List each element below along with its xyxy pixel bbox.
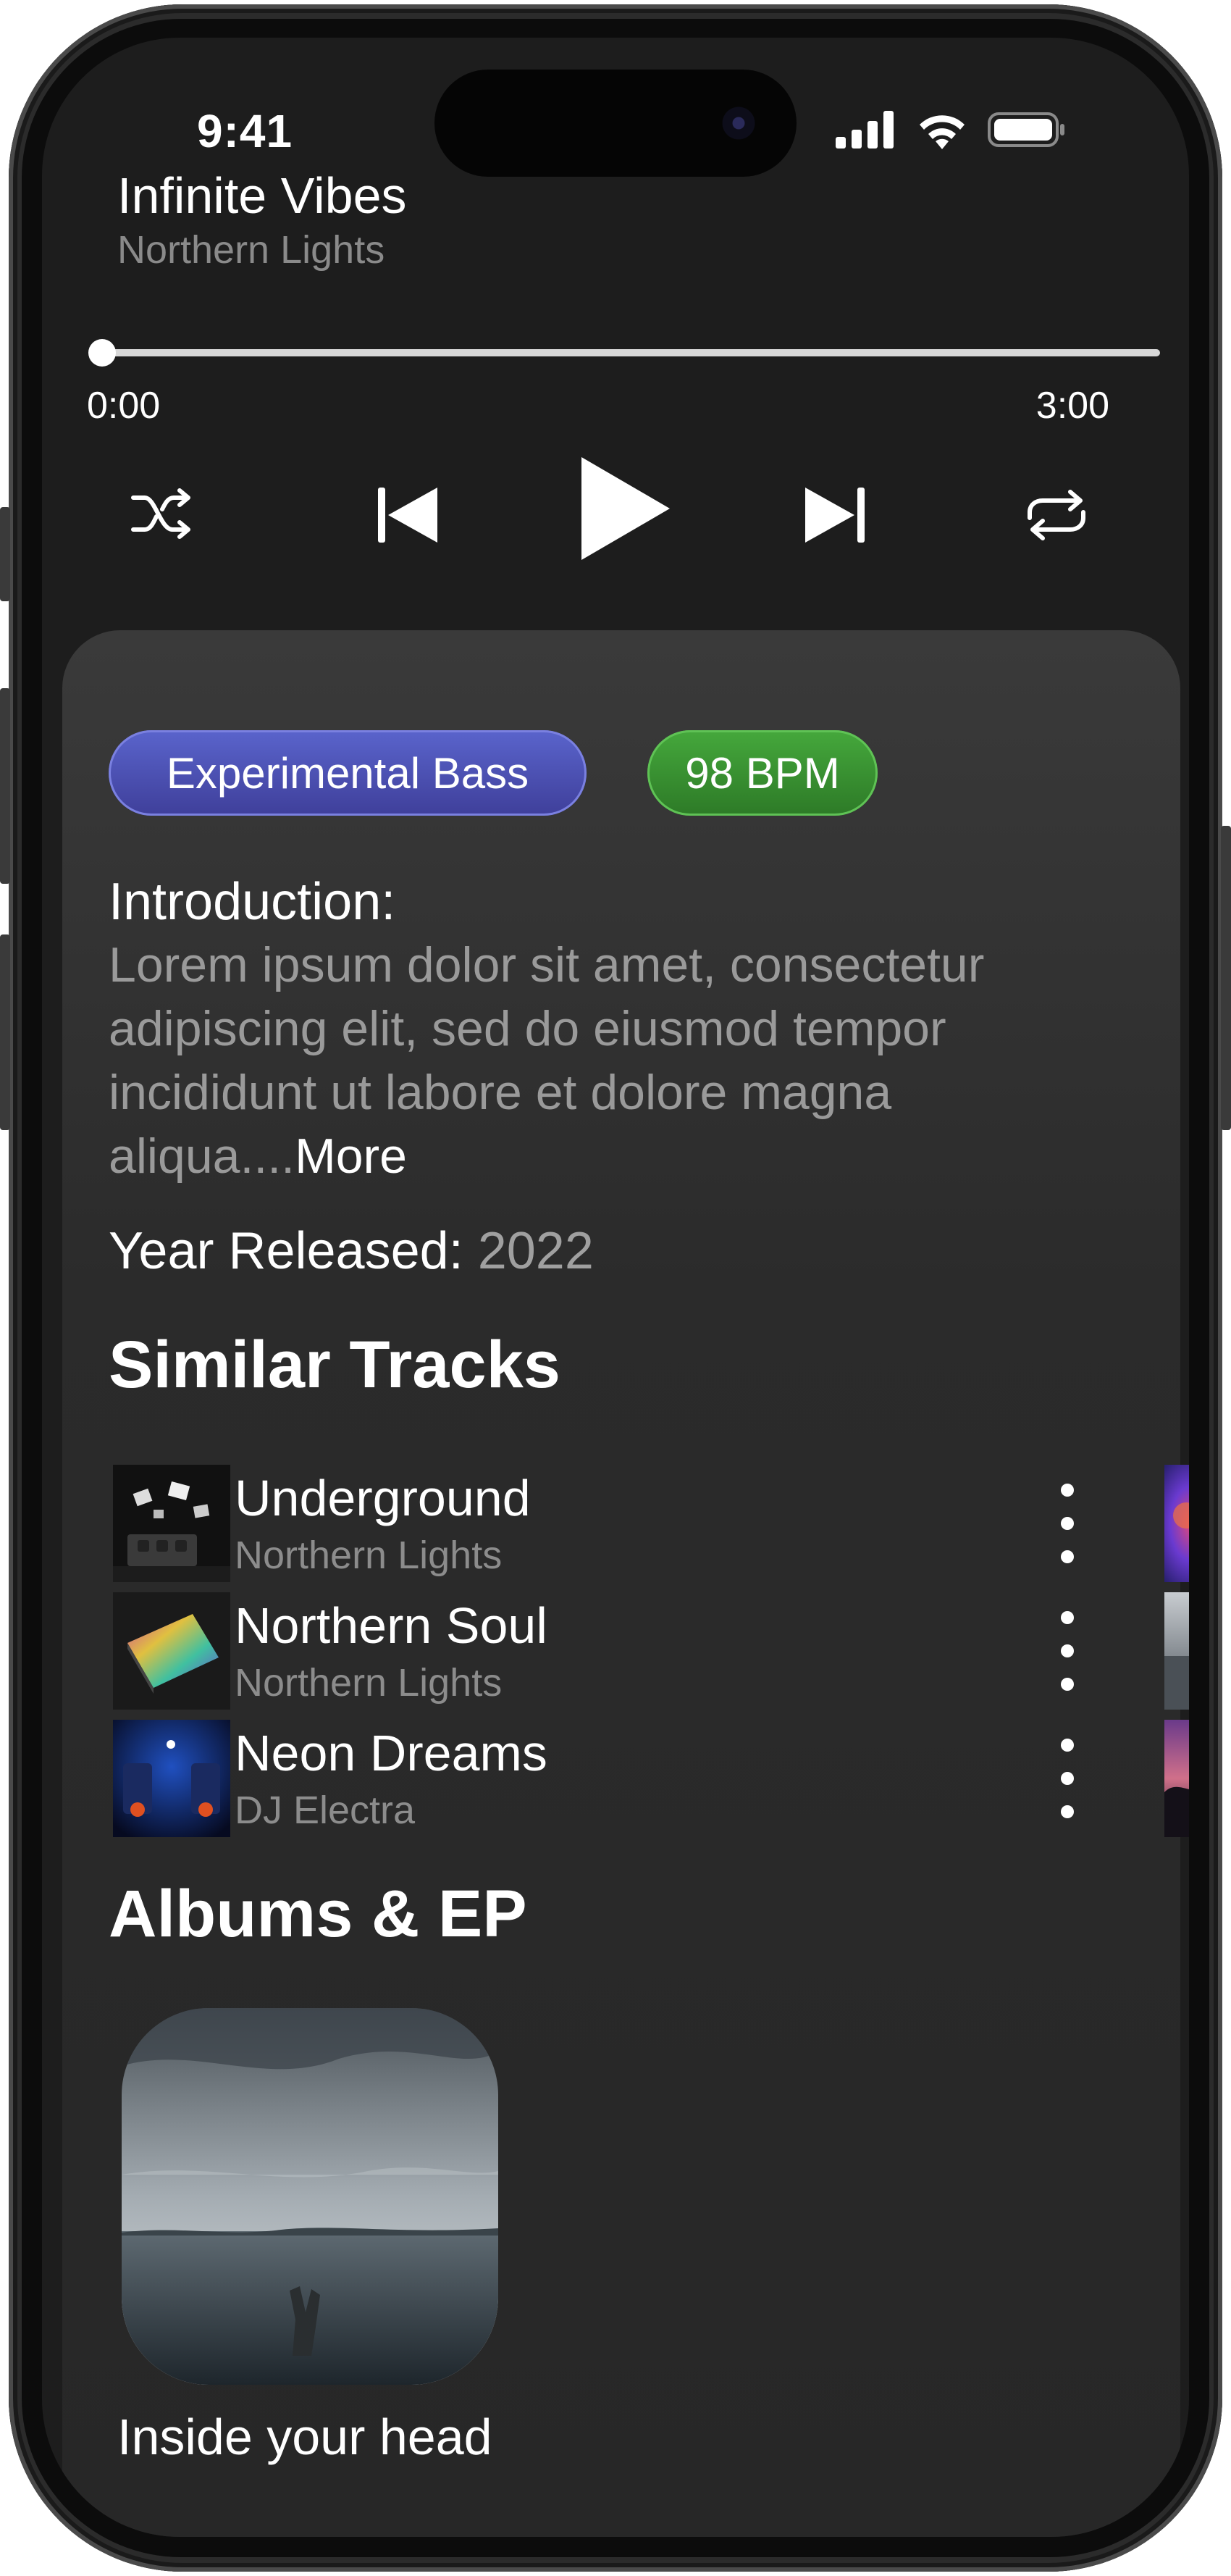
next-page-artwork [1164,1720,1189,1837]
year-value: 2022 [477,1222,594,1280]
track-artwork [113,1720,230,1837]
album-card[interactable] [122,2008,498,2385]
track-artist: Northern Lights [235,1661,503,1705]
track-artwork [113,1465,230,1582]
next-button[interactable] [795,475,875,555]
introduction-text: Lorem ipsum dolor sit amet, consectetur … [109,933,1122,1188]
track-title: Underground [235,1470,531,1526]
more-options-icon[interactable] [1046,1484,1089,1563]
play-button[interactable] [571,451,679,566]
track-artwork-image [113,1465,230,1582]
dynamic-island [434,70,797,177]
track-artwork [113,1592,230,1710]
introduction-heading: Introduction: [109,873,396,931]
total-time: 3:00 [1035,385,1109,427]
list-item[interactable]: Underground Northern Lights [113,1465,1189,1584]
battery-icon [988,112,1064,147]
camera-icon [720,104,757,142]
more-options-icon[interactable] [1046,1739,1089,1818]
artwork-peek-image [1164,1465,1189,1582]
more-options-icon[interactable] [1046,1611,1089,1691]
skip-next-icon [805,488,865,543]
shuffle-icon [131,488,190,539]
cellular-signal-icon [836,111,894,149]
repeat-icon [1028,490,1085,540]
power-button [1221,826,1231,1130]
artwork-peek-image [1164,1592,1189,1710]
album-cover-image [122,2008,498,2385]
previous-button[interactable] [368,475,448,555]
next-page-artwork [1164,1465,1189,1582]
year-released: Year Released: 2022 [109,1221,594,1281]
albums-heading: Albums & EP [109,1877,527,1951]
play-icon [581,457,670,560]
skip-previous-icon [378,488,437,543]
action-button [0,507,10,601]
introduction-body: Lorem ipsum dolor sit amet, consectetur … [109,937,985,1184]
track-artist: DJ Electra [235,1789,416,1832]
bpm-tag[interactable]: 98 BPM [647,730,878,816]
screen: 9:41 Infinite Vibes Northern Lights 0:00… [42,38,1189,2537]
shuffle-button[interactable] [122,474,201,553]
year-label: Year Released: [109,1222,463,1280]
volume-up-button [0,688,10,884]
now-playing-artist: Northern Lights [117,228,385,272]
next-page-artwork [1164,1592,1189,1710]
status-time: 9:41 [197,105,293,157]
wifi-icon [920,115,965,149]
volume-down-button [0,934,10,1130]
list-item[interactable]: Northern Soul Northern Lights [113,1592,1189,1711]
now-playing-title: Infinite Vibes [117,167,407,224]
track-artwork-image [113,1720,230,1837]
artwork-peek-image [1164,1720,1189,1837]
repeat-button[interactable] [1017,475,1096,555]
progress-handle[interactable] [88,339,116,367]
track-artwork-image [113,1592,230,1710]
album-title: Inside your head [117,2409,492,2465]
track-title: Neon Dreams [235,1725,547,1781]
progress-bar[interactable] [88,339,1160,367]
track-artist: Northern Lights [235,1534,503,1577]
current-time: 0:00 [87,385,161,427]
status-icons [836,110,1066,149]
track-title: Northern Soul [235,1597,547,1654]
genre-tag[interactable]: Experimental Bass [109,730,587,816]
more-link[interactable]: More [295,1129,407,1184]
similar-tracks-heading: Similar Tracks [109,1328,560,1402]
list-item[interactable]: Neon Dreams DJ Electra [113,1720,1189,1839]
